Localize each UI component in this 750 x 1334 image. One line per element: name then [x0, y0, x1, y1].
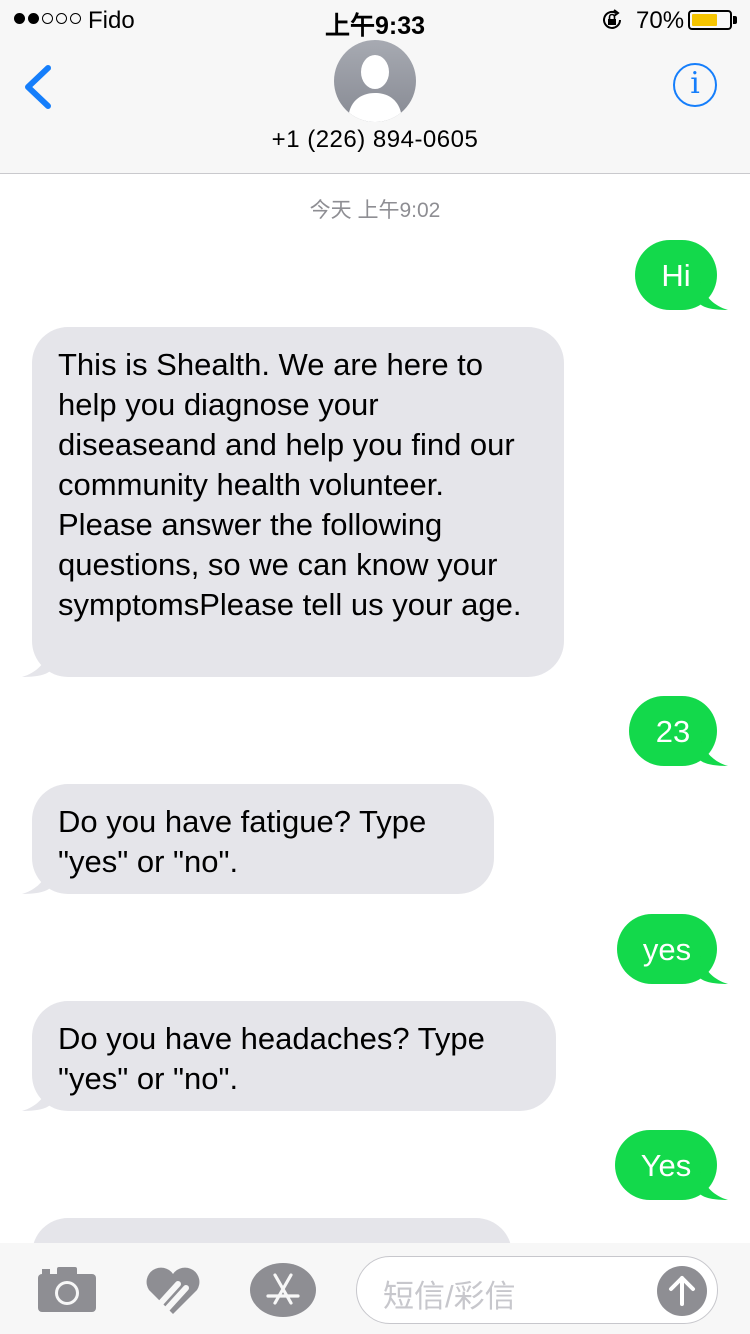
message-text: 23	[655, 714, 691, 749]
message-text: Do you have headaches? Type "yes" or "no…	[58, 1021, 485, 1096]
message-text: Do you have fatigue? Type "yes" or "no".	[58, 804, 427, 879]
battery-percentage: 70%	[636, 7, 685, 34]
send-arrow-icon	[669, 1276, 695, 1306]
outgoing-bubble-tail	[700, 956, 728, 984]
incoming-bubble-tail	[22, 866, 50, 894]
send-button[interactable]	[657, 1266, 707, 1316]
incoming-bubble-tail	[22, 1083, 50, 1111]
incoming-message[interactable]: This is Shealth. We are here to help you…	[32, 327, 564, 677]
message-placeholder: 短信/彩信	[383, 1279, 516, 1314]
message-text-field[interactable]: 短信/彩信	[356, 1256, 718, 1324]
camera-icon[interactable]	[38, 1266, 96, 1312]
chevron-left-icon	[25, 65, 51, 109]
rotation-lock-icon	[603, 9, 621, 29]
outgoing-bubble-tail	[700, 1172, 728, 1200]
outgoing-bubble-tail	[700, 738, 728, 766]
status-bar: Fido 上午9:33 70%	[0, 0, 750, 40]
back-button[interactable]	[18, 62, 62, 112]
digital-touch-icon[interactable]	[144, 1266, 202, 1316]
message-text: This is Shealth. We are here to help you…	[58, 347, 522, 622]
incoming-bubble-tail	[22, 649, 50, 677]
battery-level	[692, 14, 717, 26]
battery-icon	[688, 10, 732, 30]
person-silhouette-icon	[348, 55, 402, 122]
outgoing-bubble-tail	[700, 282, 728, 310]
message-text: yes	[642, 932, 692, 967]
incoming-message[interactable]: Do you have fatigue? Type "yes" or "no".	[32, 784, 494, 894]
contact-avatar[interactable]	[334, 40, 416, 122]
app-store-icon[interactable]	[250, 1263, 316, 1317]
message-text: Hi	[661, 258, 691, 293]
contact-number[interactable]: +1 (226) 894-0605	[0, 126, 750, 154]
message-text: Yes	[640, 1148, 692, 1183]
conversation-timestamp: 今天 上午9:02	[309, 199, 441, 222]
info-button[interactable]: i	[673, 63, 717, 107]
battery-tip	[733, 16, 737, 24]
incoming-message[interactable]: Do you have headaches? Type "yes" or "no…	[32, 1001, 556, 1111]
